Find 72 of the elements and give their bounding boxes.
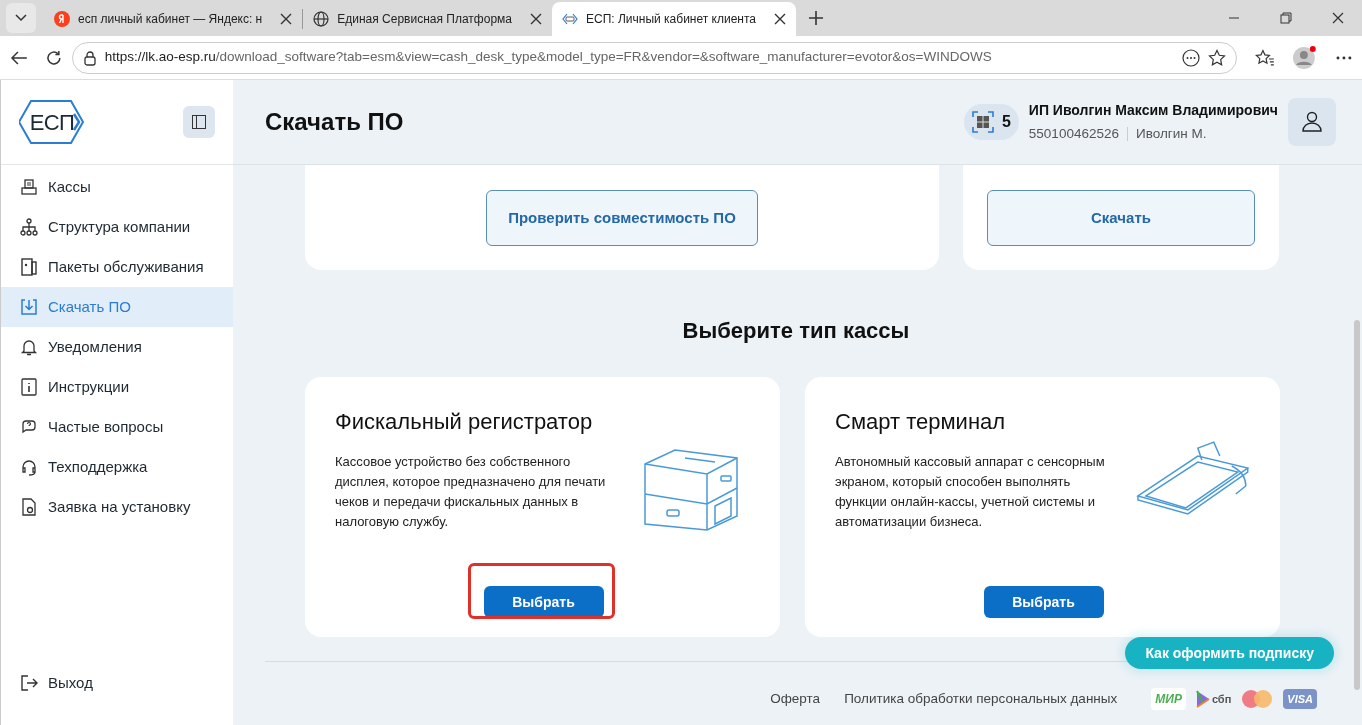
- sidebar-item[interactable]: Скачать ПО: [1, 287, 233, 327]
- footer-link[interactable]: Политика обработки персональных данных: [844, 688, 1118, 710]
- hierarchy-icon: [20, 218, 38, 236]
- headset-icon: [20, 458, 38, 476]
- card-title: Смарт терминал: [835, 408, 1007, 436]
- tax-id: 550100462526: [1028, 124, 1119, 143]
- section-title: Выберите тип кассы: [681, 317, 911, 345]
- tab-list-button[interactable]: [6, 3, 36, 33]
- close-icon[interactable]: [1332, 12, 1344, 24]
- logout-icon: [20, 674, 38, 692]
- favorites-icon[interactable]: [1254, 48, 1275, 67]
- bell-icon: [20, 338, 38, 356]
- restore-icon[interactable]: [1280, 12, 1292, 24]
- payment-logo: VISA: [1283, 688, 1317, 710]
- question-bubble-icon: [20, 418, 38, 436]
- sidebar-item[interactable]: Инструкции: [1, 367, 233, 407]
- new-tab-icon[interactable]: [808, 10, 824, 26]
- close-icon[interactable]: [774, 13, 786, 25]
- sidebar-item[interactable]: Частые вопросы: [1, 407, 233, 447]
- cash-register-icon: [20, 178, 38, 196]
- profile-button[interactable]: [1288, 98, 1336, 146]
- logo[interactable]: ЕСП: [19, 99, 85, 145]
- hexagon-outline-icon: [19, 99, 85, 145]
- select-button[interactable]: Выбрать: [983, 586, 1104, 618]
- menu-icon[interactable]: [1336, 55, 1352, 60]
- close-icon[interactable]: [530, 13, 542, 25]
- star-icon[interactable]: [1207, 48, 1226, 67]
- payment-logo: МИР: [1151, 688, 1186, 710]
- url-text: https://lk.ao-esp.ru/download_software?tab=esm&view=cash_desk_type&model_type=FR&vendor=&software_manufacturer=evotor&os=WINDOWS: [104, 48, 993, 67]
- overlapping-circles-icon: [1241, 689, 1274, 709]
- sidebar-icon: [192, 115, 206, 129]
- payment-logo: сбп: [1195, 690, 1232, 708]
- company-name: ИП Иволгин Максим Владимирович: [1028, 100, 1278, 120]
- sidebar-item[interactable]: Кассы: [1, 167, 233, 207]
- info-icon: [20, 378, 38, 396]
- more-options-icon[interactable]: [1181, 48, 1200, 67]
- card-description: Кассовое устройство без собственного дисплея, которое предназначено для печати чеков и передачи фискальных данных в налоговую службу.: [335, 453, 607, 531]
- reload-icon[interactable]: [45, 49, 62, 66]
- lock-icon: [82, 49, 97, 66]
- browser-tab[interactable]: ЕСП: Личный кабинет клиента: [552, 2, 796, 36]
- logout-item[interactable]: Выход: [1, 663, 233, 703]
- qr-code-icon: [971, 111, 994, 133]
- scrollbar-thumb[interactable]: [1354, 320, 1360, 690]
- user-icon: [1301, 111, 1323, 133]
- document-stack-icon: [20, 258, 38, 276]
- page-title: Скачать ПО: [265, 107, 405, 137]
- document-gear-icon: [20, 498, 38, 516]
- profile-avatar-icon[interactable]: [1292, 44, 1319, 71]
- footer-link[interactable]: Оферта: [770, 688, 821, 710]
- sidebar-item[interactable]: Техподдержка: [1, 447, 233, 487]
- sidebar-item[interactable]: Заявка на установку: [1, 487, 233, 527]
- triangle-mark-icon: [1195, 690, 1210, 708]
- select-button[interactable]: Выбрать: [483, 586, 604, 618]
- sidebar-item[interactable]: Уведомления: [1, 327, 233, 367]
- close-icon[interactable]: [280, 13, 293, 25]
- search-engine-icon: [54, 11, 70, 27]
- user-name: Иволгин М.: [1135, 124, 1207, 143]
- browser-tab[interactable]: Единая Сервисная Платформа: [303, 2, 552, 36]
- back-icon[interactable]: [10, 49, 28, 66]
- card-description: Автономный кассовый аппарат с сенсорным экраном, который способен выполнять функции онлайн-кассы, учетной системы и автоматизации бизнеса.: [835, 453, 1106, 531]
- download-icon: [20, 298, 38, 316]
- site-icon: [562, 11, 578, 27]
- sidebar-item[interactable]: Пакеты обслуживания: [1, 247, 233, 287]
- chevron-down-icon: [15, 14, 27, 22]
- cash-register-count-badge[interactable]: 5: [963, 104, 1019, 140]
- sidebar-item[interactable]: Структура компании: [1, 207, 233, 247]
- card-title: Фискальный регистратор: [335, 408, 594, 436]
- globe-icon: [313, 11, 330, 27]
- collapse-sidebar-button[interactable]: [183, 106, 215, 138]
- browser-tab[interactable]: есп личный кабинет — Яндекс: н: [44, 2, 303, 36]
- check-compatibility-button[interactable]: Проверить совместимость ПО: [486, 190, 758, 246]
- download-button[interactable]: Скачать: [987, 190, 1255, 246]
